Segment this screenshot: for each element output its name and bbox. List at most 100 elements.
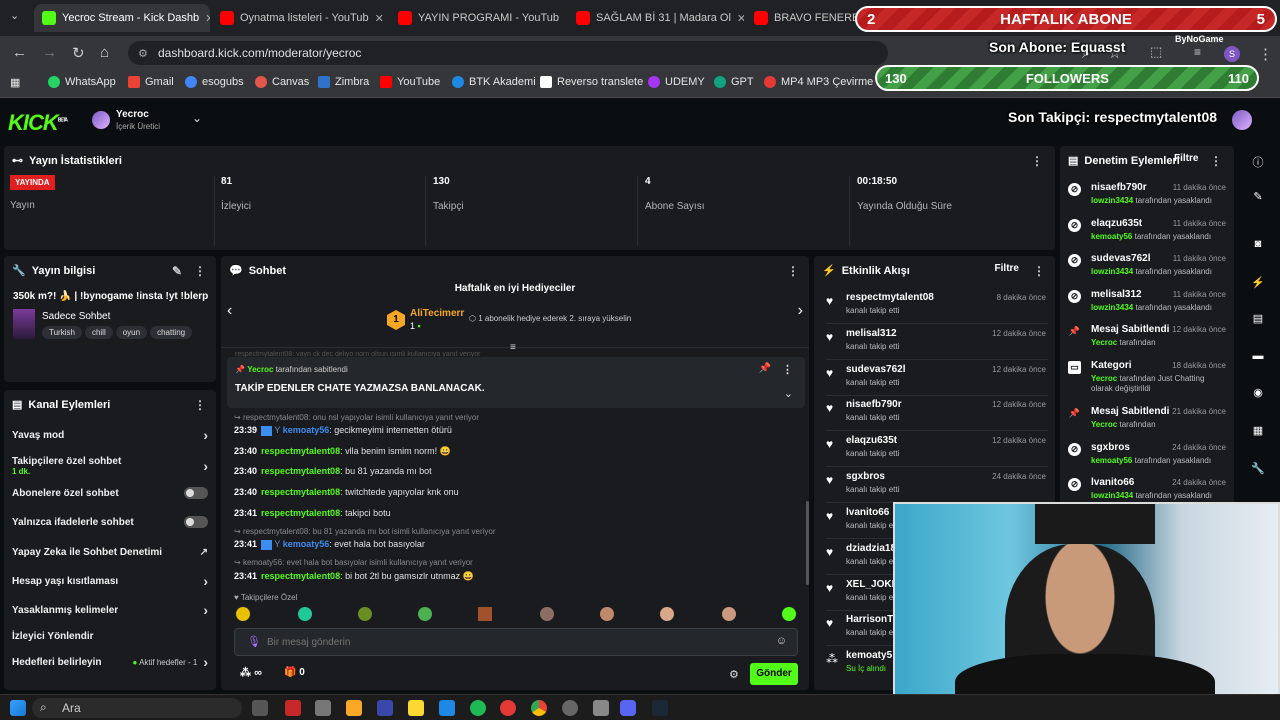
raid-row[interactable]: İzleyici Yönlendir bbox=[12, 625, 208, 647]
tab-youtube-playlists[interactable]: Oynatma listeleri - YouTub ✕ bbox=[212, 4, 388, 32]
settings-icon[interactable] bbox=[315, 700, 331, 716]
tab-saglam[interactable]: SAĞLAM Bİ 31 | Madara Ol ✕ bbox=[568, 4, 744, 32]
moderation-item[interactable]: ⊘ melisal312 11 dakika önce lowzin3434 tara… bbox=[1068, 288, 1226, 324]
bookmark-udemy[interactable]: UDEMY bbox=[648, 76, 705, 88]
goals-row[interactable]: Hedefleri belirleyin ● Aktif hedefler - 1… bbox=[12, 651, 208, 673]
tab-search-icon[interactable]: ⌄ bbox=[10, 9, 19, 22]
task-view-icon[interactable] bbox=[252, 700, 268, 716]
apps-grid-icon[interactable]: ▦ bbox=[10, 76, 20, 89]
moderation-item[interactable]: ▭ Kategori 18 dakika önce Yecroc tarafından… bbox=[1068, 359, 1226, 403]
activity-item[interactable]: ♥ sgxbros kanalı takip etti 24 dakika önce bbox=[826, 469, 1048, 503]
emote-icon[interactable] bbox=[418, 607, 432, 621]
opera-icon[interactable] bbox=[500, 700, 516, 716]
taskbar-search-box[interactable]: ⌕ Ara bbox=[32, 698, 242, 718]
slow-mode-row[interactable]: Yavaş mod › bbox=[12, 424, 208, 446]
channel-points[interactable]: ⁂ ∞ bbox=[240, 666, 262, 679]
chat-message[interactable]: 23:40 respectmytalent08: bu 81 yazanda mı… bbox=[234, 466, 432, 476]
kick-logo[interactable]: KICKBETA bbox=[8, 110, 68, 136]
banned-words-row[interactable]: Yasaklanmış kelimeler › bbox=[12, 599, 208, 621]
more-menu-icon[interactable]: ⋮ bbox=[1258, 45, 1273, 63]
forward-arrow-icon[interactable]: → bbox=[42, 44, 57, 61]
steam-icon[interactable] bbox=[652, 700, 668, 716]
unpin-icon[interactable]: 📌 bbox=[759, 363, 771, 374]
emotes-only-toggle[interactable] bbox=[184, 516, 208, 528]
activity-item[interactable]: ♥ nisaefb790r kanalı takip etti 12 dakika ö… bbox=[826, 397, 1048, 431]
emote-icon[interactable] bbox=[782, 607, 796, 621]
url-field[interactable]: ⚙ dashboard.kick.com/moderator/yecroc bbox=[128, 41, 888, 65]
more-options-icon[interactable]: ⋮ bbox=[194, 264, 206, 278]
followers-only-row[interactable]: Takipçilere özel sohbet 1 dk. › bbox=[12, 452, 208, 480]
microphone-icon[interactable]: 🎙 bbox=[247, 635, 261, 648]
chat-icon[interactable]: ▬ bbox=[1249, 350, 1267, 368]
message-username[interactable]: respectmytalent08 bbox=[261, 571, 340, 581]
avatar[interactable] bbox=[1232, 110, 1252, 130]
subscribers-only-toggle[interactable] bbox=[184, 487, 208, 499]
app-icon[interactable] bbox=[285, 700, 301, 716]
emote-icon[interactable] bbox=[478, 607, 492, 621]
lightning-icon[interactable]: ⚡ bbox=[1249, 276, 1267, 294]
tag-pill[interactable]: chatting bbox=[150, 326, 193, 339]
app-icon[interactable] bbox=[377, 700, 393, 716]
more-options-icon[interactable]: ⋮ bbox=[194, 398, 206, 412]
bookmark-whatsapp[interactable]: WhatsApp bbox=[48, 76, 116, 88]
activity-item[interactable]: ♥ sudevas762l kanalı takip etti 12 dakika ö… bbox=[826, 362, 1048, 396]
chevron-right-icon[interactable]: › bbox=[798, 302, 803, 320]
discord-icon[interactable] bbox=[620, 700, 636, 716]
chevron-down-icon[interactable]: ⌄ bbox=[192, 111, 202, 125]
close-icon[interactable]: ✕ bbox=[205, 12, 210, 25]
chevron-down-icon[interactable]: ⌄ bbox=[784, 387, 793, 400]
more-options-icon[interactable]: ⋮ bbox=[1031, 154, 1043, 168]
close-icon[interactable]: ✕ bbox=[375, 12, 384, 25]
more-options-icon[interactable]: ⋮ bbox=[1210, 154, 1222, 168]
app-icon[interactable] bbox=[439, 700, 455, 716]
emote-icon[interactable] bbox=[540, 607, 554, 621]
bookmark-zimbra[interactable]: Zimbra bbox=[318, 76, 369, 88]
close-icon[interactable]: ✕ bbox=[737, 12, 744, 25]
chat-message[interactable]: 23:41 Y kemoaty56: evet hala bot basıyol… bbox=[234, 539, 425, 550]
tag-pill[interactable]: oyun bbox=[115, 326, 148, 339]
chevron-left-icon[interactable]: ‹ bbox=[227, 302, 232, 320]
account-age-row[interactable]: Hesap yaşı kısıtlaması › bbox=[12, 570, 208, 592]
extensions-icon[interactable]: ⬚ bbox=[1150, 44, 1162, 60]
message-username[interactable]: kemoaty56 bbox=[283, 425, 330, 435]
more-options-icon[interactable]: ⋮ bbox=[787, 264, 799, 278]
bookmark-mp4mp3[interactable]: MP4 MP3 Çevirme bbox=[764, 76, 873, 88]
chat-message[interactable]: 23:40 respectmytalent08: vlla benim ismim… bbox=[234, 446, 451, 457]
chat-message[interactable]: 23:39 Y kemoaty56: gecikmeyimi internett… bbox=[234, 425, 452, 436]
broadcast-icon[interactable]: ◉ bbox=[1249, 386, 1267, 404]
ai-moderation-row[interactable]: Yapay Zeka ile Sohbet Denetimi ↗ bbox=[12, 541, 208, 563]
reload-icon[interactable]: ↻ bbox=[72, 44, 85, 62]
gift-counter[interactable]: 🎁 0 bbox=[284, 667, 305, 678]
media-control-icon[interactable]: ≡ bbox=[1194, 45, 1201, 59]
moderation-item[interactable]: ⊘ sgxbros 24 dakika önce kemoaty56 tarafınd… bbox=[1068, 441, 1226, 477]
bookmark-esogubs[interactable]: esogubs bbox=[185, 76, 244, 88]
tag-pill[interactable]: Turkish bbox=[42, 326, 82, 339]
message-username[interactable]: respectmytalent08 bbox=[261, 466, 340, 476]
moderation-item[interactable]: ⊘ sudevas762l 11 dakika önce lowzin3434 tar… bbox=[1068, 252, 1226, 288]
bookmark-reverso[interactable]: Reverso translete bbox=[540, 76, 643, 88]
emote-icon[interactable] bbox=[660, 607, 674, 621]
emote-icon[interactable] bbox=[358, 607, 372, 621]
windows-start-icon[interactable] bbox=[10, 700, 26, 716]
activity-item[interactable]: ♥ elaqzu635t kanalı takip etti 12 dakika ön… bbox=[826, 433, 1048, 467]
tag-pill[interactable]: chill bbox=[84, 326, 113, 339]
edit-pencil-icon[interactable]: ✎ bbox=[172, 264, 182, 278]
close-icon[interactable]: ✕ bbox=[565, 12, 566, 25]
grid-icon[interactable]: ▦ bbox=[1249, 424, 1267, 442]
activity-item[interactable]: ♥ melisal312 kanalı takip etti 12 dakika ön… bbox=[826, 326, 1048, 360]
chat-scrollbar[interactable] bbox=[806, 501, 809, 585]
bookmark-canvas[interactable]: Canvas bbox=[255, 76, 309, 88]
chat-message[interactable]: 23:40 respectmytalent08: twitchtede yapıy… bbox=[234, 487, 459, 497]
more-options-icon[interactable]: ⋮ bbox=[782, 363, 793, 376]
app-icon[interactable] bbox=[593, 700, 609, 716]
bookmark-youtube[interactable]: YouTube bbox=[380, 76, 440, 88]
file-explorer-icon[interactable] bbox=[346, 700, 362, 716]
bookmark-btk[interactable]: BTK Akademi bbox=[452, 76, 536, 88]
site-info-icon[interactable]: ⚙ bbox=[138, 47, 148, 60]
tab-bravo[interactable]: BRAVO FENERBAH bbox=[746, 4, 856, 32]
message-username[interactable]: respectmytalent08 bbox=[261, 508, 340, 518]
tab-yayin-programi[interactable]: YAYIN PROGRAMI - YouTub ✕ bbox=[390, 4, 566, 32]
activity-filter-button[interactable]: Filtre bbox=[995, 263, 1019, 274]
chat-settings-gear-icon[interactable]: ⚙ bbox=[729, 668, 739, 681]
message-username[interactable]: respectmytalent08 bbox=[261, 446, 340, 456]
